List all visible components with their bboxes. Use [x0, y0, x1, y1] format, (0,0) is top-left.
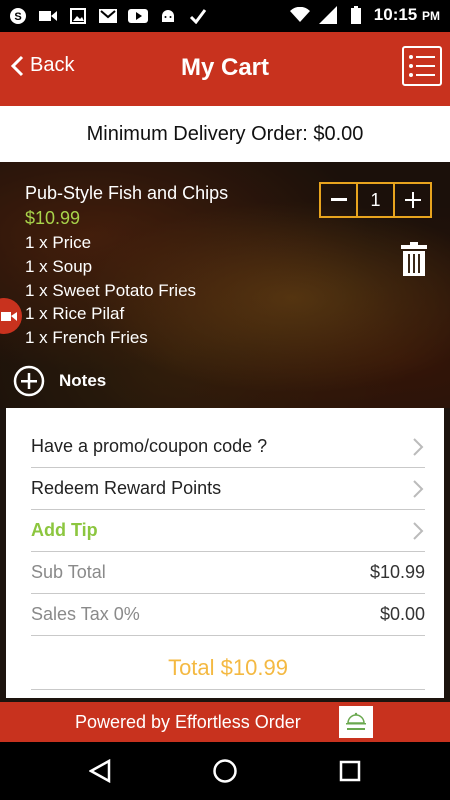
triangle-back-icon — [89, 759, 111, 783]
plus-icon — [404, 192, 421, 208]
notes-label: Notes — [59, 371, 107, 390]
youtube-icon — [128, 6, 148, 26]
app-header: Back My Cart — [0, 32, 450, 106]
subtotal-row: Sub Total $10.99 — [31, 552, 425, 594]
image-icon — [68, 6, 88, 26]
minus-icon — [330, 198, 347, 201]
tax-value: $0.00 — [379, 604, 425, 624]
nav-back-button[interactable] — [85, 756, 115, 786]
video-camera-icon — [38, 6, 58, 26]
trash-icon — [401, 242, 427, 276]
square-recents-icon — [339, 760, 361, 782]
order-summary-card: Have a promo/coupon code ? Redeem Reward… — [6, 408, 444, 698]
quantity-value: 1 — [356, 184, 393, 216]
battery-icon — [346, 5, 366, 25]
promo-label: Have a promo/coupon code ? — [31, 436, 268, 456]
item-option: 1 x French Fries — [25, 328, 148, 347]
subtotal-value: $10.99 — [369, 562, 425, 582]
circle-home-icon — [213, 759, 237, 783]
quantity-stepper: 1 — [319, 182, 432, 218]
menu-list-button[interactable] — [402, 46, 442, 86]
powered-by-footer: Powered by Effortless Order — [0, 702, 450, 742]
nav-home-button[interactable] — [210, 756, 240, 786]
order-total: Total $10.99 — [31, 646, 425, 690]
item-name: Pub-Style Fish and Chips — [25, 183, 229, 203]
promo-code-row[interactable]: Have a promo/coupon code ? — [31, 426, 425, 468]
check-icon — [188, 6, 208, 26]
redeem-label: Redeem Reward Points — [31, 478, 222, 498]
cart-item: Pub-Style Fish and Chips $10.99 1 x Pric… — [0, 162, 450, 408]
decrease-quantity-button[interactable] — [321, 184, 356, 216]
system-navigation-bar — [0, 742, 450, 800]
redeem-points-row[interactable]: Redeem Reward Points — [31, 468, 425, 510]
add-circle-icon — [13, 365, 45, 397]
item-option: 1 x Rice Pilaf — [25, 304, 125, 323]
item-option: 1 x Sweet Potato Fries — [25, 281, 197, 300]
video-camera-icon — [1, 312, 17, 321]
signal-icon — [318, 5, 338, 25]
notes-button[interactable]: Notes — [13, 365, 106, 397]
svg-text:S: S — [14, 11, 21, 23]
cloche-icon — [346, 712, 366, 730]
gmail-icon — [98, 6, 118, 26]
chevron-right-icon — [413, 479, 424, 498]
chevron-right-icon — [413, 437, 424, 456]
nav-recents-button[interactable] — [335, 756, 365, 786]
sales-tax-row: Sales Tax 0% $0.00 — [31, 594, 425, 636]
android-icon — [158, 6, 178, 26]
skype-icon: S — [8, 6, 28, 26]
clock: 10:15 PM — [373, 5, 440, 24]
minimum-order-banner: Minimum Delivery Order: $0.00 — [0, 106, 450, 162]
powered-by-text: Powered by Effortless Order — [75, 712, 301, 732]
status-bar: S 10:15 PM — [0, 0, 450, 32]
item-option: 1 x Price — [25, 233, 92, 252]
camera-badge[interactable] — [0, 298, 22, 334]
chevron-right-icon — [413, 521, 424, 540]
list-menu-icon — [409, 55, 435, 77]
increase-quantity-button[interactable] — [393, 184, 430, 216]
page-title: My Cart — [180, 54, 270, 81]
effortless-order-logo — [339, 706, 373, 738]
wifi-icon — [289, 5, 310, 25]
item-option: 1 x Soup — [25, 257, 93, 276]
add-tip-row[interactable]: Add Tip — [31, 510, 425, 552]
item-price: $10.99 — [25, 208, 81, 228]
tip-label: Add Tip — [31, 520, 98, 540]
tax-label: Sales Tax 0% — [31, 604, 140, 624]
notification-icons: S — [8, 6, 208, 26]
subtotal-label: Sub Total — [31, 562, 106, 582]
delete-item-button[interactable] — [401, 242, 427, 276]
